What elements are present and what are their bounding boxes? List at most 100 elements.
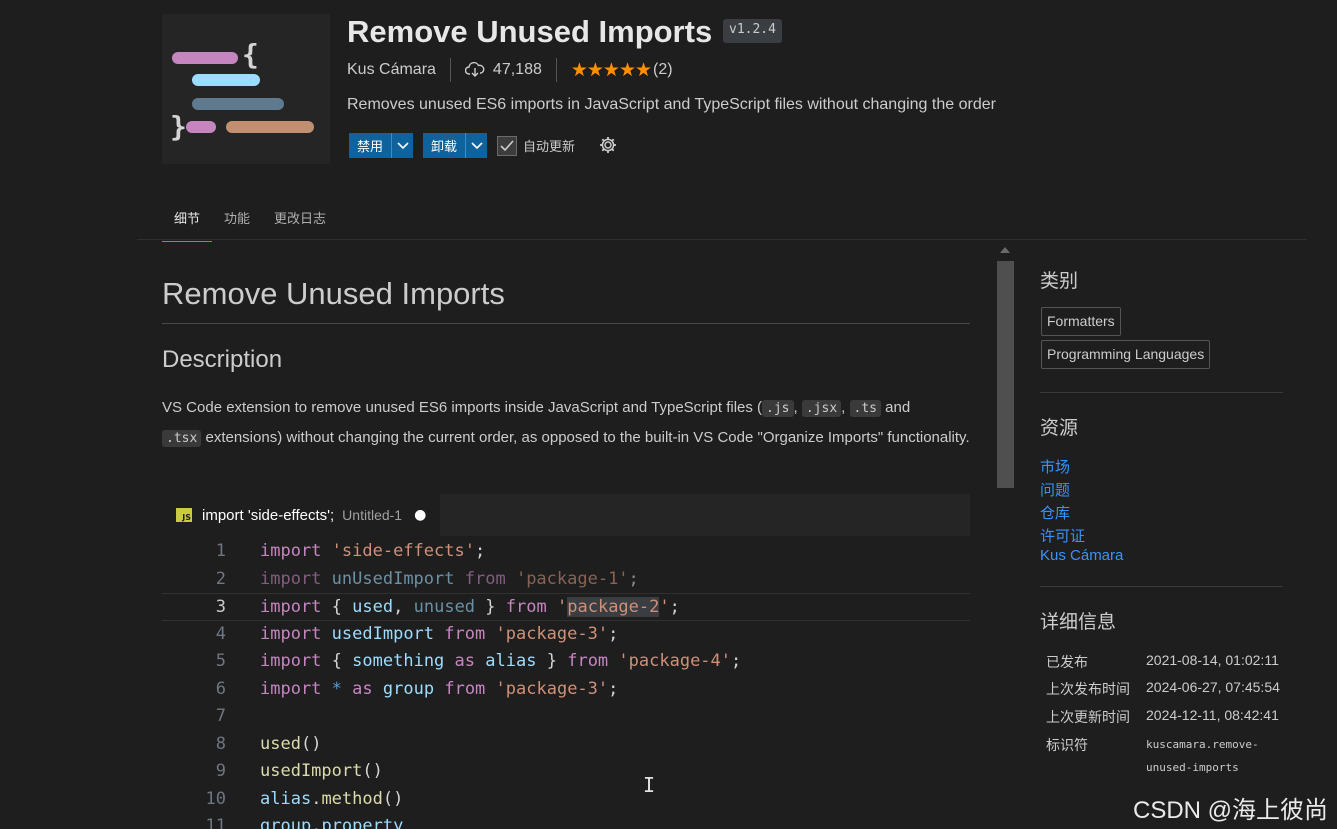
line-number: 2: [215, 568, 226, 589]
tab-changelog[interactable]: 更改日志: [262, 200, 338, 242]
detail-value: kuscamara.remove-unused-imports: [1146, 738, 1259, 774]
auto-update-label: 自动更新: [523, 140, 576, 155]
line-number: 6: [215, 678, 226, 699]
extension-meta: Kus Cámara 47,188 ★★★★★ (2): [347, 58, 673, 82]
category-tag[interactable]: Programming Languages: [1041, 340, 1211, 369]
code-line: 6 import * as group from 'package-3';: [162, 676, 970, 704]
detail-value: 2024-06-27, 07:45:54: [1146, 679, 1280, 695]
code-lines: 1 import 'side-effects'; 2 import unUsedIm…: [162, 538, 970, 829]
tabs-divider: [137, 239, 1307, 240]
install-count: 47,188: [492, 61, 542, 78]
scroll-up-arrow-icon[interactable]: [1000, 247, 1010, 253]
divider: [449, 58, 451, 82]
code-text: import usedImport from 'package-3';: [260, 623, 619, 644]
cloud-download-icon: [464, 62, 485, 78]
details-heading: 详细信息: [1040, 611, 1117, 633]
paragraph-text: ,: [793, 399, 798, 416]
resources-heading: 资源: [1040, 417, 1079, 439]
code-text: import 'side-effects';: [260, 541, 486, 561]
scrollbar-thumb[interactable]: [997, 261, 1014, 488]
inline-code: .tsx: [162, 429, 202, 447]
detail-key: 上次更新时间: [1046, 710, 1130, 726]
editor-tab-bar: JS import 'side-effects'; Untitled-1 ●: [162, 494, 970, 536]
code-line: 7: [162, 703, 970, 731]
editor-tab: JS import 'side-effects'; Untitled-1 ●: [162, 494, 441, 536]
code-line-current: 3 import { used, unused } from 'package-2…: [162, 593, 970, 621]
inline-code: .ts: [849, 400, 881, 417]
uninstall-button-group: 卸载: [423, 133, 488, 158]
code-text: import { something as alias } from 'pack…: [260, 651, 742, 671]
rating-stars[interactable]: ★★★★★: [571, 59, 652, 82]
sidebar-divider: [1040, 586, 1283, 587]
disable-button[interactable]: 禁用: [349, 133, 392, 158]
code-text: usedImport(): [260, 761, 383, 781]
code-line: 4 import usedImport from 'package-3';: [162, 621, 970, 649]
resource-link-marketplace[interactable]: 市场: [1040, 456, 1070, 477]
detail-value: 2024-12-11, 08:42:41: [1146, 707, 1279, 723]
rating-count: (2): [653, 61, 673, 78]
line-number: 8: [215, 733, 226, 754]
code-text: alias.method(): [260, 788, 404, 809]
line-number: 1: [215, 541, 226, 561]
line-number: 3: [215, 597, 226, 617]
auto-update-checkbox[interactable]: [497, 135, 517, 156]
detail-key: 标识符: [1046, 738, 1088, 754]
uninstall-dropdown-button[interactable]: [465, 133, 488, 158]
auto-update-toggle[interactable]: 自动更新: [497, 133, 575, 158]
readme-title: Remove Unused Imports: [162, 276, 505, 311]
extension-title: Remove Unused Imports: [347, 14, 713, 49]
detail-key: 已发布: [1046, 655, 1088, 671]
gear-icon[interactable]: [598, 135, 618, 155]
paragraph-text: ,: [841, 399, 846, 416]
resource-link-publisher[interactable]: Kus Cámara: [1040, 547, 1123, 564]
disable-button-group: 禁用: [349, 133, 414, 158]
line-number: 7: [215, 706, 226, 726]
categories-heading: 类别: [1040, 270, 1079, 292]
code-text: import unUsedImport from 'package-1';: [260, 568, 639, 589]
unsaved-dot-icon: ●: [414, 507, 427, 523]
description-paragraph: VS Code extension to remove unused ES6 i…: [162, 394, 972, 453]
code-line: 2 import unUsedImport from 'package-1';: [162, 566, 970, 594]
code-example-image: JS import 'side-effects'; Untitled-1 ● 1…: [162, 494, 970, 829]
js-file-icon: JS: [176, 508, 192, 522]
chevron-down-icon: [396, 141, 409, 149]
version-badge: v1.2.4: [723, 19, 782, 43]
resource-link-license[interactable]: 许可证: [1040, 525, 1085, 546]
tab-details[interactable]: 细节: [162, 200, 213, 242]
extension-icon: { }: [162, 14, 330, 164]
paragraph-text: and: [885, 399, 911, 416]
line-number: 9: [215, 761, 226, 781]
uninstall-button[interactable]: 卸载: [423, 133, 466, 158]
resource-link-issues[interactable]: 问题: [1040, 479, 1070, 500]
editor-tab-title: import 'side-effects';: [202, 506, 335, 524]
heading-rule: [162, 323, 970, 324]
category-tag[interactable]: Formatters: [1041, 307, 1121, 336]
watermark: CSDN @海上彼尚: [1133, 797, 1329, 824]
detail-key: 上次发布时间: [1046, 682, 1130, 698]
editor-tab-file: Untitled-1: [342, 507, 403, 523]
line-number: 10: [205, 788, 226, 809]
inline-code: .jsx: [801, 400, 842, 417]
sidebar-divider: [1040, 392, 1283, 393]
paragraph-text: VS Code extension to remove unused ES6 i…: [162, 399, 763, 416]
code-line: 11 group.property: [162, 813, 970, 829]
disable-dropdown-button[interactable]: [391, 133, 414, 158]
chevron-down-icon: [470, 141, 483, 149]
code-line: 8 used(): [162, 731, 970, 759]
tab-features[interactable]: 功能: [212, 200, 262, 242]
section-heading: Description: [162, 346, 283, 373]
code-line: 1 import 'side-effects';: [162, 538, 970, 566]
code-line: 9 usedImport(): [162, 758, 970, 786]
code-text: group.property: [260, 816, 404, 829]
line-number: 11: [205, 816, 226, 829]
publisher-link[interactable]: Kus Cámara: [347, 61, 436, 79]
inline-code: .js: [762, 400, 794, 417]
code-text: import * as group from 'package-3';: [260, 678, 619, 699]
detail-value: 2021-08-14, 01:02:11: [1146, 652, 1279, 668]
text-cursor-icon: I: [643, 773, 656, 797]
extension-description: Removes unused ES6 imports in JavaScript…: [347, 96, 996, 113]
resource-link-repository[interactable]: 仓库: [1040, 502, 1070, 523]
code-line: 5 import { something as alias } from 'pac…: [162, 648, 970, 676]
code-text: used(): [260, 733, 322, 754]
code-line: 10 alias.method(): [162, 786, 970, 814]
